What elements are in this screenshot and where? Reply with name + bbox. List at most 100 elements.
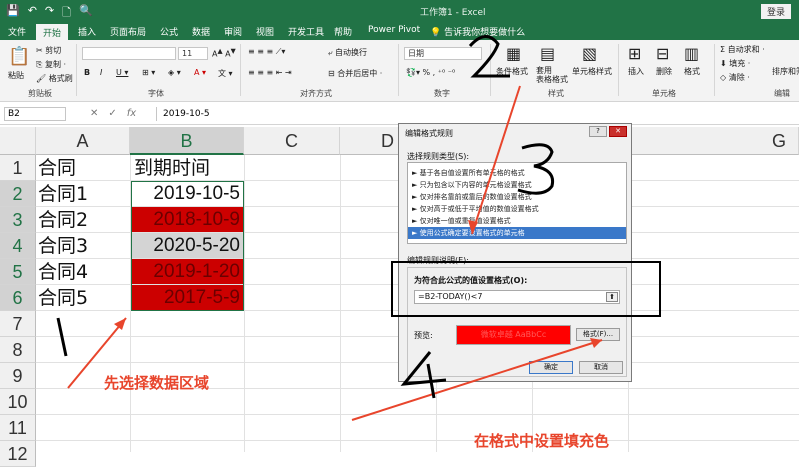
tab-formulas[interactable]: 公式 xyxy=(160,25,178,38)
row-header-9[interactable]: 9 xyxy=(0,363,36,389)
wrap-text-button[interactable]: ⤶ 自动换行 xyxy=(328,47,367,58)
phonetic-icon[interactable]: 文 ▾ xyxy=(218,68,233,79)
row-header-10[interactable]: 10 xyxy=(0,389,36,415)
autosum-button[interactable]: Σ 自动求和 · xyxy=(720,44,765,55)
fill-button[interactable]: ⬇ 填充 · xyxy=(720,58,750,69)
cell-a6[interactable]: 合同5 xyxy=(38,285,88,311)
format-preview: 微软卓越 AaBbCc xyxy=(456,325,571,345)
paste-icon[interactable]: 📋 xyxy=(8,46,30,67)
sort-filter-button[interactable]: 排序和筛 xyxy=(772,66,799,77)
row-header-8[interactable]: 8 xyxy=(0,337,36,363)
rule-item[interactable]: ► 仅对排名靠前或靠后的数值设置格式 xyxy=(408,191,626,203)
tab-data[interactable]: 数据 xyxy=(192,25,210,38)
dialog-title: 编辑格式规则 xyxy=(405,129,453,138)
col-header-b[interactable]: B xyxy=(130,127,244,155)
table-format-icon[interactable]: ▤ xyxy=(540,44,555,63)
new-file-icon[interactable]: 🗋 xyxy=(62,4,71,23)
format-cells-icon[interactable]: ▥ xyxy=(684,44,699,63)
tab-developer[interactable]: 开发工具 xyxy=(288,25,324,38)
conditional-format-icon[interactable]: ▦ xyxy=(506,44,521,63)
row-header-7[interactable]: 7 xyxy=(0,311,36,337)
font-name-combo[interactable] xyxy=(82,47,176,60)
tell-me-search[interactable]: 💡 告诉我你想要做什么 xyxy=(430,25,525,38)
italic-button[interactable]: I xyxy=(100,68,102,77)
align-left-icons[interactable]: ≡ ≡ ≡ ⇤ ⇥ xyxy=(248,68,292,77)
rule-item[interactable]: ► 仅对高于或低于平均值的数值设置格式 xyxy=(408,203,626,215)
tab-view[interactable]: 视图 xyxy=(256,25,274,38)
cell-a2[interactable]: 合同1 xyxy=(38,181,88,207)
cut-button[interactable]: ✂ 剪切 xyxy=(36,45,61,56)
insert-cells-icon[interactable]: ⊞ xyxy=(628,44,641,63)
format-button[interactable]: 格式(F)... xyxy=(576,328,620,341)
row-header-1[interactable]: 1 xyxy=(0,155,36,181)
formula-input[interactable]: 2019-10-5 xyxy=(156,107,786,121)
row-header-6[interactable]: 6 xyxy=(0,285,36,311)
login-button[interactable]: 登录 xyxy=(760,4,791,19)
col-header-a[interactable]: A xyxy=(36,127,130,155)
font-color-icon[interactable]: A ▾ xyxy=(194,68,206,77)
font-size-combo[interactable]: 11 xyxy=(178,47,208,60)
enter-icon[interactable]: ✓ xyxy=(108,108,116,119)
rule-item[interactable]: ► 仅对唯一值或重复值设置格式 xyxy=(408,215,626,227)
number-format-icons[interactable]: 💱▾ % , ⁺⁰ ⁻⁰ xyxy=(406,68,455,77)
border-icon[interactable]: ⊞ ▾ xyxy=(142,68,155,77)
cell-a4[interactable]: 合同3 xyxy=(38,233,88,259)
row-header-3[interactable]: 3 xyxy=(0,207,36,233)
row-header-11[interactable]: 11 xyxy=(0,415,36,441)
cell-b1[interactable]: 到期时间 xyxy=(134,155,210,181)
cancel-button[interactable]: 取消 xyxy=(579,361,623,374)
tab-home[interactable]: 开始 xyxy=(36,24,69,40)
insert-cells-button[interactable]: 插入 xyxy=(628,66,644,77)
font-grow-icon[interactable]: A▲ A▼ xyxy=(212,47,236,59)
row-header-5[interactable]: 5 xyxy=(0,259,36,285)
underline-button[interactable]: U ▾ xyxy=(116,68,128,77)
number-group-label: 数字 xyxy=(434,89,450,98)
tab-help[interactable]: 帮助 xyxy=(334,25,352,38)
tab-insert[interactable]: 插入 xyxy=(78,25,96,38)
formula-input-field[interactable]: =B2-TODAY()<7 ⬆ xyxy=(414,290,620,304)
ok-button[interactable]: 确定 xyxy=(529,361,573,374)
align-top-icons[interactable]: ≡ ≡ ≡ ⟋▾ xyxy=(248,47,285,57)
help-icon[interactable]: ? xyxy=(589,126,607,137)
cell-a3[interactable]: 合同2 xyxy=(38,207,88,233)
tab-power-pivot[interactable]: Power Pivot xyxy=(368,25,420,35)
tab-file[interactable]: 文件 xyxy=(8,25,26,38)
number-format-combo[interactable]: 日期 xyxy=(404,47,482,60)
col-header-g[interactable]: G xyxy=(628,127,799,155)
select-all-corner[interactable] xyxy=(0,127,36,155)
format-painter-button[interactable]: 🖌 格式刷 xyxy=(36,73,73,84)
cancel-icon[interactable]: ✕ xyxy=(90,108,98,119)
rule-item-selected[interactable]: ► 使用公式确定要设置格式的单元格 xyxy=(408,227,626,239)
format-cells-button[interactable]: 格式 xyxy=(684,66,700,77)
rule-item[interactable]: ► 基于各自值设置所有单元格的格式 xyxy=(408,167,626,179)
collapse-dialog-icon[interactable]: ⬆ xyxy=(606,292,618,302)
conditional-format-button[interactable]: 条件格式 xyxy=(496,66,528,77)
tab-page-layout[interactable]: 页面布局 xyxy=(110,25,146,38)
fx-icon[interactable]: fx xyxy=(127,108,136,119)
close-icon[interactable]: ✕ xyxy=(609,126,627,137)
tab-review[interactable]: 审阅 xyxy=(224,25,242,38)
undo-icon[interactable]: ↶ xyxy=(28,4,37,23)
bold-button[interactable]: B xyxy=(84,68,90,77)
merge-center-button[interactable]: ⊟ 合并后居中 · xyxy=(328,68,382,79)
redo-icon[interactable]: ↷ xyxy=(45,4,54,23)
paste-button[interactable]: 粘贴 xyxy=(8,70,24,81)
delete-cells-button[interactable]: 删除 xyxy=(656,66,672,77)
clear-button[interactable]: ◇ 清除 · xyxy=(720,72,750,83)
format-as-table-button[interactable]: 套用 表格格式 xyxy=(536,66,568,84)
rule-item[interactable]: ► 只为包含以下内容的单元格设置格式 xyxy=(408,179,626,191)
row-header-12[interactable]: 12 xyxy=(0,441,36,467)
delete-cells-icon[interactable]: ⊟ xyxy=(656,44,669,63)
name-box[interactable]: B2 xyxy=(4,107,66,121)
print-preview-icon[interactable]: 🔍 xyxy=(79,4,93,23)
save-icon[interactable]: 💾 xyxy=(6,4,20,23)
fill-color-icon[interactable]: ◈ ▾ xyxy=(168,68,181,77)
cell-a1[interactable]: 合同 xyxy=(38,155,76,181)
row-header-4[interactable]: 4 xyxy=(0,233,36,259)
cell-styles-button[interactable]: 单元格样式 xyxy=(572,66,612,77)
row-header-2[interactable]: 2 xyxy=(0,181,36,207)
copy-button[interactable]: ⎘ 复制 · xyxy=(36,59,66,70)
cell-a5[interactable]: 合同4 xyxy=(38,259,88,285)
col-header-c[interactable]: C xyxy=(244,127,340,155)
cell-styles-icon[interactable]: ▧ xyxy=(582,44,597,63)
